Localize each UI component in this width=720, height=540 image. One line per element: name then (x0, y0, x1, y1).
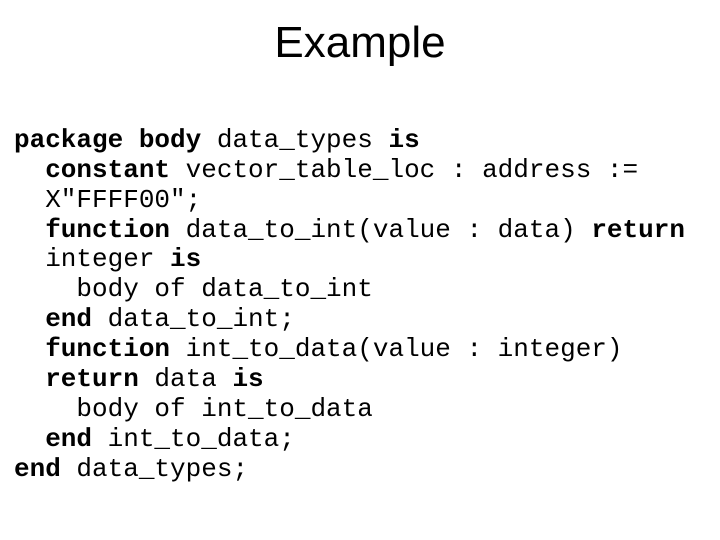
code-line: function data_to_int(value : data) retur… (14, 216, 706, 276)
code-text: data_to_int(value : data) (170, 215, 591, 245)
slide-title: Example (14, 18, 706, 68)
keyword: return (45, 364, 139, 394)
code-text: int_to_data(value : integer) (170, 334, 638, 364)
keyword: is (170, 244, 201, 274)
code-text: body of int_to_data (76, 394, 372, 424)
code-line: constant vector_table_loc : address := X… (14, 156, 706, 216)
code-text: data_types (201, 125, 388, 155)
code-text: data (139, 364, 233, 394)
code-line: end data_types; (14, 454, 248, 484)
code-line: package body data_types is (14, 125, 420, 155)
keyword: end (45, 424, 92, 454)
keyword: constant (45, 155, 170, 185)
code-line: body of int_to_data (14, 395, 706, 425)
keyword: end (45, 304, 92, 334)
code-line: end int_to_data; (14, 425, 706, 455)
keyword: return (591, 215, 685, 245)
keyword: function (45, 215, 170, 245)
keyword: package body (14, 125, 201, 155)
code-text: int_to_data; (92, 424, 295, 454)
code-line: end data_to_int; (14, 305, 706, 335)
keyword: end (14, 454, 61, 484)
code-block: package body data_types is constant vect… (14, 96, 706, 514)
code-text: body of data_to_int (76, 274, 372, 304)
code-line: function int_to_data(value : integer) re… (14, 335, 706, 395)
code-line: body of data_to_int (14, 275, 706, 305)
keyword: function (45, 334, 170, 364)
slide: Example package body data_types is const… (0, 0, 720, 540)
code-text: data_to_int; (92, 304, 295, 334)
keyword: is (232, 364, 263, 394)
code-text: data_types; (61, 454, 248, 484)
keyword: is (388, 125, 419, 155)
